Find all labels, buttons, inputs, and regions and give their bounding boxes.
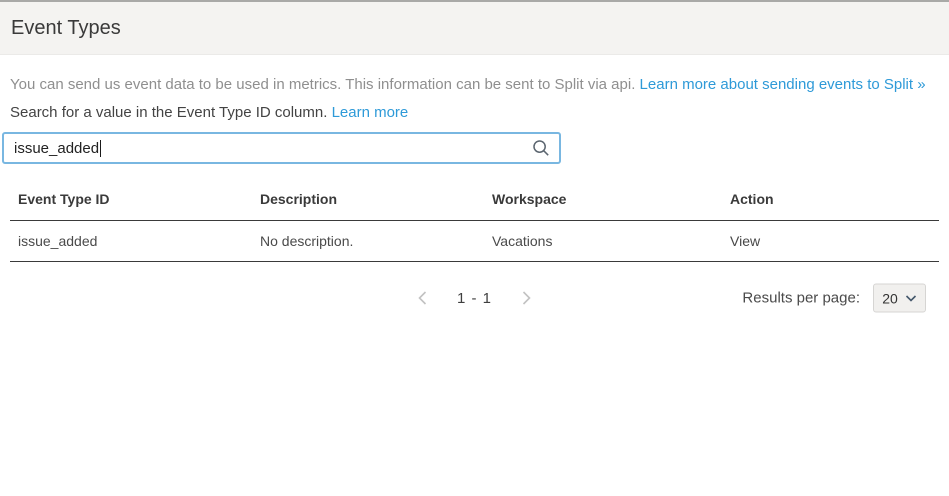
page-range: 1 - 1 (457, 290, 492, 307)
search-input[interactable]: issue_added (2, 132, 561, 164)
search-instruction-text: Search for a value in the Event Type ID … (10, 104, 332, 121)
column-header-action: Action (730, 191, 939, 207)
search-instruction: Search for a value in the Event Type ID … (10, 103, 939, 122)
prev-page-button[interactable] (415, 288, 430, 308)
results-per-page-label: Results per page: (742, 290, 860, 307)
results-per-page-select[interactable]: 20 (873, 284, 926, 313)
event-types-page: Event Types You can send us event data t… (0, 0, 949, 496)
intro-text: You can send us event data to be used in… (10, 75, 939, 94)
text-caret (100, 140, 101, 157)
intro-description: You can send us event data to be used in… (10, 76, 640, 93)
cell-event-type-id: issue_added (10, 233, 260, 249)
chevron-left-icon (417, 290, 428, 306)
table-row: issue_added No description. Vacations Vi… (10, 221, 939, 262)
column-header-workspace: Workspace (492, 191, 730, 207)
results-per-page: Results per page: 20 (742, 284, 926, 313)
learn-more-events-link[interactable]: Learn more about sending events to Split… (640, 76, 926, 93)
search-icon[interactable] (532, 139, 550, 157)
main-content: You can send us event data to be used in… (0, 75, 949, 314)
next-page-button[interactable] (519, 288, 534, 308)
cell-workspace: Vacations (492, 233, 730, 249)
table-header-row: Event Type ID Description Workspace Acti… (10, 178, 939, 221)
cell-description: No description. (260, 233, 492, 249)
view-action-link[interactable]: View (730, 233, 939, 249)
chevron-right-icon (521, 290, 532, 306)
search-input-value: issue_added (14, 140, 99, 157)
page-title: Event Types (11, 17, 121, 40)
learn-more-search-link[interactable]: Learn more (332, 104, 409, 121)
pagination-bar: 1 - 1 Results per page: 20 (10, 282, 939, 314)
results-per-page-value: 20 (882, 290, 898, 306)
chevron-down-icon (905, 294, 917, 302)
column-header-event-type-id: Event Type ID (10, 191, 260, 207)
column-header-description: Description (260, 191, 492, 207)
page-header: Event Types (0, 2, 949, 55)
